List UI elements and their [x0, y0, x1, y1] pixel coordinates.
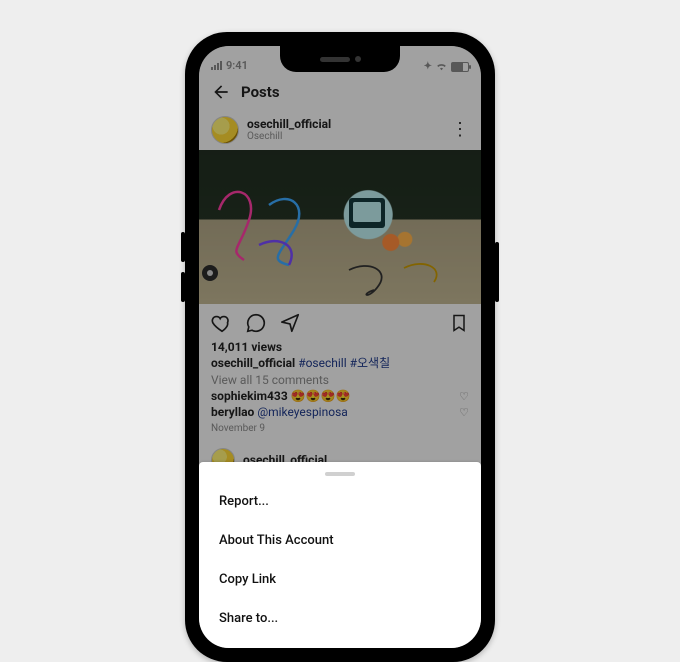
phone-side-button [181, 232, 185, 262]
phone-side-button [495, 242, 499, 302]
speaker-grille [320, 57, 350, 62]
sheet-option-about[interactable]: About This Account [199, 521, 481, 560]
sheet-option-report[interactable]: Report... [199, 482, 481, 521]
sheet-option-copy-link[interactable]: Copy Link [199, 560, 481, 599]
phone-side-button [181, 272, 185, 302]
screen: 9:41 ✦ Posts [199, 46, 481, 648]
action-sheet: Report... About This Account Copy Link S… [199, 462, 481, 648]
phone-notch [280, 46, 400, 72]
phone-frame: 9:41 ✦ Posts [185, 32, 495, 662]
sheet-option-share-to[interactable]: Share to... [199, 599, 481, 638]
front-camera [355, 56, 361, 62]
drag-handle-icon[interactable] [325, 472, 355, 476]
